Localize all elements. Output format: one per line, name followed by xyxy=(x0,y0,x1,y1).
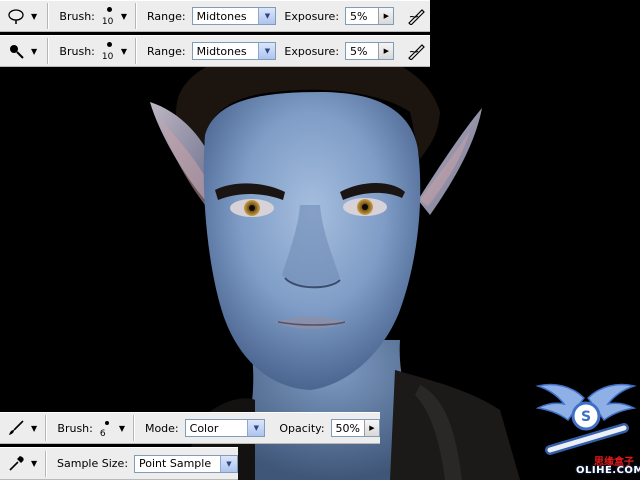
brush-picker[interactable]: 6 ▼ xyxy=(99,415,125,441)
watermark-site-text: OLIHE.COM xyxy=(576,465,640,476)
chevron-down-icon: ▼ xyxy=(31,11,38,21)
exposure-field[interactable]: 5% ▶ xyxy=(345,7,395,25)
divider xyxy=(45,450,47,477)
tool-preset-picker[interactable]: ▼ xyxy=(4,39,43,63)
watermark-logo: S 思缘盒子 OLIHE.COM xyxy=(532,378,640,480)
chevron-down-icon[interactable]: ▼ xyxy=(258,43,276,59)
chevron-down-icon[interactable]: ▼ xyxy=(247,420,265,436)
airbrush-icon[interactable] xyxy=(404,40,430,62)
exposure-label: Exposure: xyxy=(284,9,340,23)
brush-size: 6 xyxy=(99,429,106,439)
airbrush-icon[interactable] xyxy=(404,5,430,27)
chevron-down-icon: ▼ xyxy=(120,46,128,56)
brush-preview: 10 xyxy=(101,3,117,29)
brush-label: Brush: xyxy=(57,421,93,435)
brush-preview: 10 xyxy=(101,38,117,64)
play-arrow-icon[interactable]: ▶ xyxy=(378,8,394,24)
sample-size-select[interactable]: Point Sample ▼ xyxy=(134,454,238,473)
brush-preview: 6 xyxy=(99,415,115,441)
range-select[interactable]: Midtones ▼ xyxy=(191,42,277,60)
opacity-field[interactable]: 50% ▶ xyxy=(330,419,380,437)
brush-size: 10 xyxy=(101,52,114,62)
chevron-down-icon[interactable]: ▼ xyxy=(258,8,276,24)
eyedropper-tool-icon xyxy=(4,453,28,475)
tool-preset-picker[interactable]: ▼ xyxy=(4,452,41,476)
range-label: Range: xyxy=(147,9,186,23)
svg-text:S: S xyxy=(581,409,591,425)
range-label: Range: xyxy=(147,44,186,58)
range-select[interactable]: Midtones ▼ xyxy=(191,7,277,25)
tool-preset-picker[interactable]: ▼ xyxy=(4,416,41,440)
brush-label: Brush: xyxy=(59,44,95,58)
opacity-label: Opacity: xyxy=(279,421,325,435)
sample-size-label: Sample Size: xyxy=(57,457,129,470)
play-arrow-icon[interactable]: ▶ xyxy=(378,43,394,59)
exposure-label: Exposure: xyxy=(284,44,340,58)
divider xyxy=(133,415,135,441)
divider xyxy=(135,38,138,64)
dodge-tool-icon xyxy=(4,5,28,27)
mode-label: Mode: xyxy=(144,421,179,435)
chevron-down-icon: ▼ xyxy=(31,459,38,468)
chevron-down-icon: ▼ xyxy=(120,11,128,21)
play-arrow-icon[interactable]: ▶ xyxy=(364,420,379,436)
burn-options-bar: ▼ Brush: 10 ▼ Range: Midtones ▼ Exposure… xyxy=(0,35,430,67)
brush-picker[interactable]: 10 ▼ xyxy=(101,38,127,64)
divider xyxy=(47,3,50,29)
chevron-down-icon[interactable]: ▼ xyxy=(220,455,237,472)
divider xyxy=(135,3,138,29)
chevron-down-icon: ▼ xyxy=(31,423,38,433)
divider xyxy=(47,38,50,64)
tool-preset-picker[interactable]: ▼ xyxy=(4,4,43,28)
brush-tool-icon xyxy=(4,417,28,439)
brush-options-bar: ▼ Brush: 6 ▼ Mode: Color ▼ Opacity: 50% … xyxy=(0,412,380,444)
divider xyxy=(45,415,48,441)
mode-select[interactable]: Color ▼ xyxy=(184,419,266,437)
burn-tool-icon xyxy=(4,40,28,62)
chevron-down-icon: ▼ xyxy=(118,423,126,433)
brush-size: 10 xyxy=(101,17,114,27)
exposure-field[interactable]: 5% ▶ xyxy=(345,42,395,60)
brush-picker[interactable]: 10 ▼ xyxy=(101,3,127,29)
dodge-options-bar: ▼ Brush: 10 ▼ Range: Midtones ▼ Exposure… xyxy=(0,0,430,32)
brush-label: Brush: xyxy=(59,9,95,23)
eyedropper-options-bar: ▼ Sample Size: Point Sample ▼ xyxy=(0,447,238,480)
chevron-down-icon: ▼ xyxy=(31,46,38,56)
